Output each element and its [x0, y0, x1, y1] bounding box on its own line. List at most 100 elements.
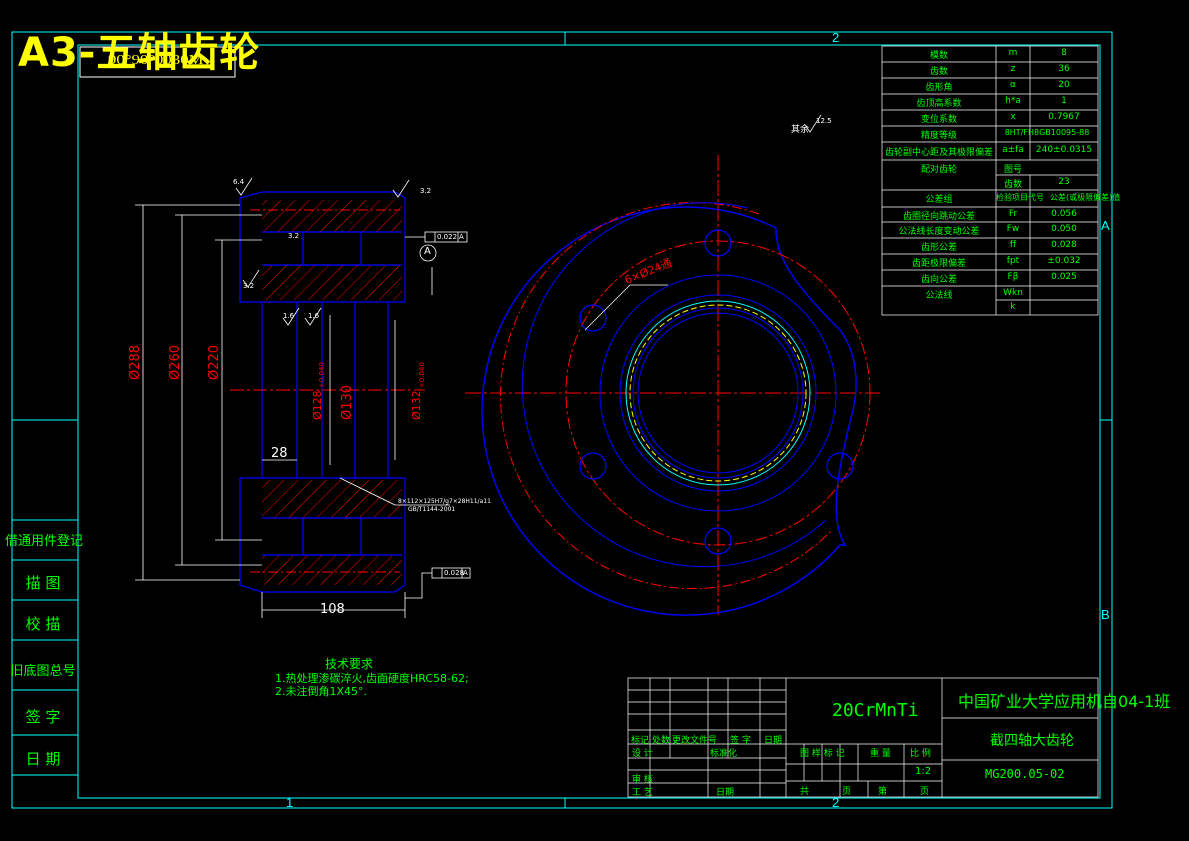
param-symbol-9: 检验项目代号: [996, 193, 1044, 202]
param-symbol-0: m: [1008, 48, 1018, 58]
tech-req-line-2: 2.未注倒角1X45°.: [275, 685, 368, 698]
roughness-rest-label: 其余: [791, 125, 810, 135]
hdr-mark: 标记: [631, 736, 650, 746]
side-label-2: 校 描: [25, 615, 61, 633]
material: 20CrMnTi: [832, 700, 919, 721]
hdr-doc: 更改文件号: [672, 736, 718, 746]
zone-label-top: 2: [832, 30, 840, 45]
part-name: 截四轴大齿轮: [990, 733, 1074, 749]
hdr-craft: 工 艺: [632, 788, 653, 798]
param-value-2: 20: [1058, 80, 1070, 90]
tol-frame-2-datum: A: [463, 569, 468, 577]
school-name: 中国矿业大学应用机自04-1班: [958, 692, 1171, 711]
hdr-count: 处数: [652, 736, 671, 746]
param-name-5: 精度等级: [920, 131, 957, 141]
param-symbol-15: Wkn: [1003, 288, 1023, 298]
hdr-sign: 签 字: [730, 736, 751, 746]
param-value-11: 0.050: [1051, 224, 1077, 234]
dim-d130: Ø130: [340, 384, 355, 420]
param-symbol-12: ff: [1009, 240, 1017, 250]
rough-a: 1.6: [283, 312, 295, 320]
datum-a-symbol: A: [424, 246, 431, 257]
side-label-3: 旧底图总号: [10, 664, 76, 679]
param-symbol-6: a±fa: [1002, 145, 1024, 155]
param-name-7: 配对齿轮: [920, 165, 957, 175]
param-symbol-7: 图号: [1003, 165, 1022, 175]
param-symbol-2: α: [1010, 80, 1016, 90]
dim-w28: 28: [271, 446, 288, 461]
dim-d288: Ø288: [128, 344, 143, 380]
param-value-12: 0.028: [1051, 240, 1077, 250]
param-name-12: 齿形公差: [920, 243, 957, 253]
param-value-4: 0.7967: [1048, 112, 1080, 122]
param-symbol-3: h*a: [1005, 96, 1021, 106]
dim-w108: 108: [320, 602, 345, 617]
hdr-total: 共: [800, 787, 810, 797]
param-symbol-13: fpt: [1006, 256, 1020, 266]
side-label-5: 日 期: [25, 750, 61, 768]
dim-d128: Ø128: [311, 390, 324, 420]
hdr-tag: 图 样 标 记: [800, 749, 845, 759]
side-label-grid: [12, 519, 78, 776]
dim-d132: Ø132: [410, 390, 423, 420]
cad-drawing: [11, 31, 1113, 809]
hdr-sheet: 第: [878, 787, 888, 797]
param-value-13: ±0.032: [1047, 256, 1081, 266]
zone-label-bottom-right: 2: [832, 795, 840, 810]
param-symbol-8: 齿数: [1003, 180, 1022, 190]
tol-frame-1: 0.022: [437, 233, 458, 241]
param-symbol-16: k: [1010, 302, 1016, 312]
param-name-1: 齿数: [929, 67, 948, 77]
param-symbol-1: z: [1010, 64, 1016, 74]
param-symbol-4: x: [1010, 112, 1016, 122]
param-name-2: 齿形角: [925, 83, 953, 93]
drawing-number: MG200.05-02: [985, 767, 1065, 781]
hdr-page: 页: [842, 787, 852, 797]
param-name-9: 公差组: [925, 195, 953, 205]
side-label-1: 描 图: [25, 574, 61, 592]
param-name-15: 公法线: [925, 291, 953, 301]
zone-label-bottom-left: 1: [286, 795, 294, 810]
hdr-approve-date: 日期: [716, 788, 735, 798]
param-name-6: 齿轮副中心距及其极限偏差: [884, 148, 993, 158]
hdr-weight: 重 量: [870, 749, 891, 759]
side-view: [465, 155, 880, 616]
param-value-8: 23: [1058, 177, 1070, 187]
rough-right: 3.2: [420, 187, 432, 195]
param-name-4: 变位系数: [920, 115, 957, 125]
param-value-10: 0.056: [1051, 209, 1077, 219]
rough-b: 1.6: [308, 312, 320, 320]
param-name-11: 公法线长度变动公差: [898, 227, 980, 237]
tol-frame-2: 0.028: [444, 569, 465, 577]
roughness-rest-value: 12.5: [816, 117, 832, 125]
param-value-1: 36: [1058, 64, 1070, 74]
hdr-date: 日期: [764, 736, 783, 746]
rough-top: 6.4: [233, 178, 245, 186]
side-label-4: 签 字: [25, 708, 61, 726]
dim-d260: Ø260: [168, 344, 183, 380]
drawing-title: A3-五轴齿轮: [18, 30, 261, 76]
param-value-5: 8HT/FH8GB10095-88: [1004, 128, 1090, 137]
param-symbol-11: Fw: [1006, 224, 1020, 234]
rough-bore: 3.2: [288, 232, 300, 240]
spline-note: 8×112×125H7/g7×28H11/a11: [398, 498, 491, 505]
param-value-14: 0.025: [1051, 272, 1077, 282]
hdr-ratio: 比 例: [910, 749, 931, 759]
side-label-0: 借通用件登记: [4, 534, 83, 549]
param-value-0: 8: [1061, 48, 1067, 58]
zone-label-a: A: [1101, 218, 1110, 233]
hdr-page-2: 页: [920, 787, 930, 797]
param-symbol-10: Fr: [1008, 209, 1018, 219]
spline-note-2: GB/T1144-2001: [408, 506, 456, 513]
param-name-14: 齿向公差: [920, 275, 957, 285]
hdr-review: 审 核: [632, 775, 653, 785]
param-name-0: 模数: [929, 51, 948, 61]
param-name-10: 齿圈径向跳动公差: [902, 212, 975, 222]
param-value-6: 240±0.0315: [1035, 145, 1093, 155]
param-name-13: 齿距极限偏差: [911, 259, 966, 269]
param-name-3: 齿顶高系数: [916, 99, 962, 109]
stamp-text: 90°90°0030M: [108, 53, 204, 68]
zone-label-b: B: [1101, 607, 1110, 622]
param-value-9: 公差(或极限偏差)值: [1050, 193, 1121, 202]
param-value-3: 1: [1061, 96, 1067, 106]
